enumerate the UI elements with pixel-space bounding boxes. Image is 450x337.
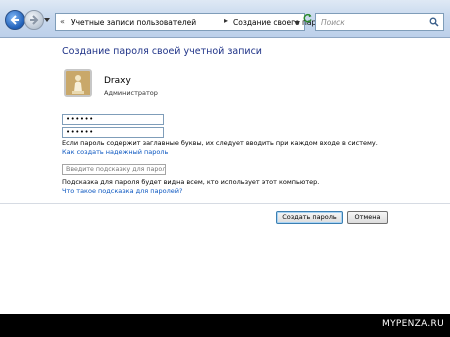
arrow-left-icon (10, 15, 19, 25)
refresh-button[interactable] (300, 13, 314, 27)
hint-note: Подсказка для пароля будет видна всем, к… (62, 178, 320, 186)
arrow-right-icon (30, 15, 39, 25)
forward-button[interactable] (24, 10, 44, 30)
chess-piece-icon (66, 71, 90, 95)
user-avatar (64, 69, 92, 97)
breadcrumb-parent[interactable]: Учетные записи пользователей (71, 18, 196, 27)
hint-help-link[interactable]: Что такое подсказка для паролей? (62, 187, 182, 195)
user-name: Draxy (104, 76, 131, 86)
back-button[interactable] (5, 10, 25, 30)
breadcrumb-separator-icon[interactable]: ▸ (224, 16, 228, 25)
cancel-button[interactable]: Отмена (347, 211, 388, 224)
search-placeholder: Поиск (321, 18, 345, 27)
new-password-field[interactable]: •••••• (62, 114, 164, 125)
caps-note: Если пароль содержит заглавные буквы, их… (62, 139, 378, 147)
breadcrumb-overflow-icon[interactable]: « (60, 17, 65, 26)
search-input[interactable]: Поиск (315, 13, 444, 31)
recent-pages-dropdown[interactable] (44, 18, 50, 22)
watermark-text: MYPENZA.RU (382, 319, 444, 329)
password-hint-input[interactable]: Введите подсказку для пароля (62, 164, 166, 175)
page-title: Создание пароля своей учетной записи (62, 46, 262, 57)
control-panel-window: « Учетные записи пользователей ▸ Создани… (0, 0, 450, 314)
create-password-button[interactable]: Создать пароль (276, 211, 343, 224)
confirm-password-field[interactable]: •••••• (62, 127, 164, 138)
navigation-bar: « Учетные записи пользователей ▸ Создани… (0, 0, 450, 38)
strong-password-link[interactable]: Как создать надежный пароль (62, 148, 168, 156)
user-role: Администратор (104, 89, 158, 97)
address-bar[interactable]: « Учетные записи пользователей ▸ Создани… (55, 13, 330, 31)
search-icon[interactable] (429, 17, 439, 27)
divider (0, 203, 450, 204)
refresh-icon (303, 13, 312, 23)
